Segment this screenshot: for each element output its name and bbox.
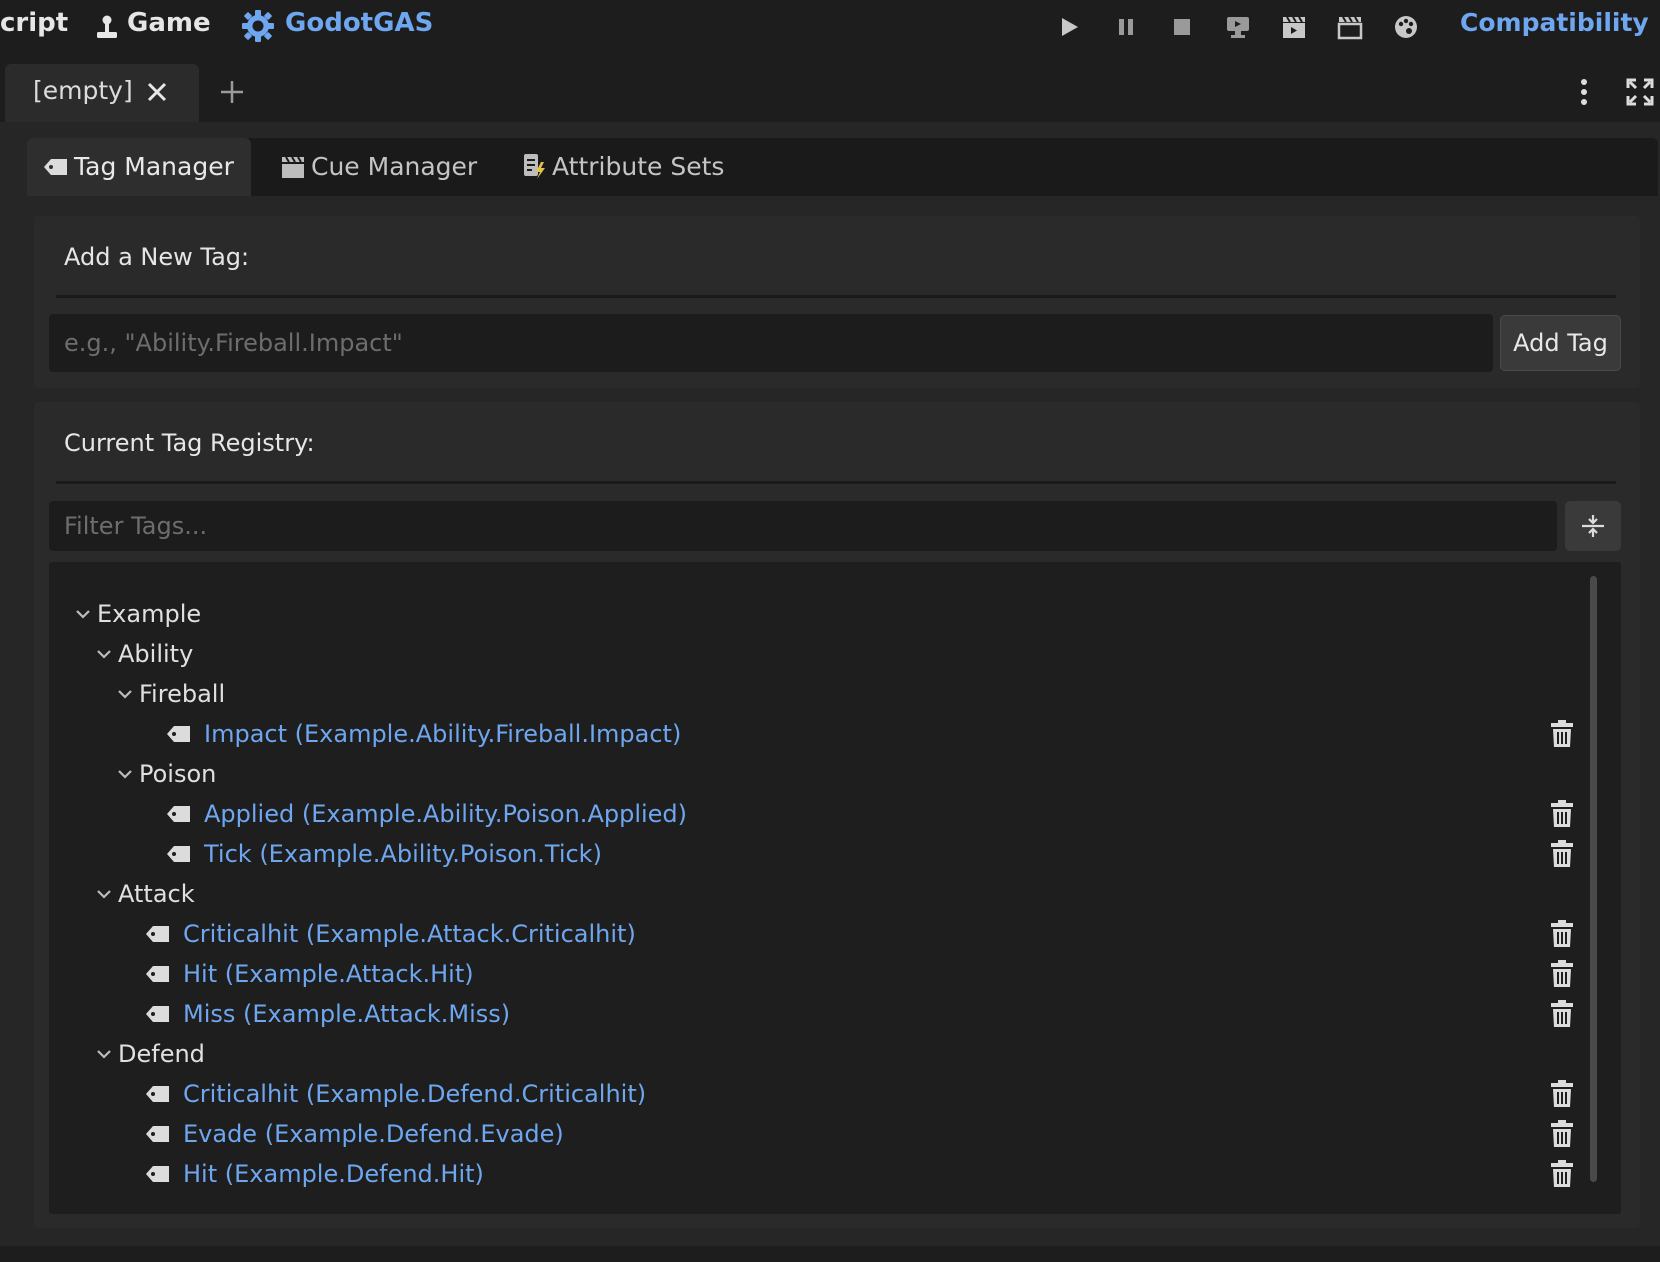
tree-tag-row[interactable]: Miss (Example.Attack.Miss) [145,994,510,1034]
add-tag-button-label: Add Tag [1513,329,1608,357]
renderer-select[interactable]: Compatibility [1460,8,1660,39]
scene-tab-label: [empty] [33,76,133,105]
new-tag-placeholder: e.g., "Ability.Fireball.Impact" [64,329,403,357]
close-icon[interactable] [145,80,169,104]
tree-tag-row[interactable]: Impact (Example.Ability.Fireball.Impact) [166,714,681,754]
tree-group-example[interactable]: Example [73,594,201,634]
tag-icon [166,844,192,864]
tree-tag-label: Criticalhit (Example.Defend.Criticalhit) [183,1080,647,1108]
add-tag-title: Add a New Tag: [64,243,250,271]
tree-scrollbar[interactable] [1590,576,1597,1182]
tree-group-label: Poison [139,760,217,788]
collapse-all-button[interactable] [1565,501,1621,551]
tree-group-label: Example [97,600,202,628]
tree-tag-row[interactable]: Evade (Example.Defend.Evade) [145,1114,564,1154]
trash-icon[interactable] [1548,1079,1576,1109]
dock-tab-bar [27,138,1658,196]
fullscreen-icon[interactable] [1626,78,1654,106]
tree-group-label: Fireball [139,680,226,708]
trash-icon[interactable] [1548,839,1576,869]
tree-tag-label: Tick (Example.Ability.Poison.Tick) [204,840,602,868]
tree-group-label: Ability [118,640,194,668]
tree-tag-row[interactable]: Tick (Example.Ability.Poison.Tick) [166,834,602,874]
plus-icon[interactable] [219,79,245,105]
tree-tag-row[interactable]: Criticalhit (Example.Attack.Criticalhit) [145,914,636,954]
tree-group-label: Attack [118,880,195,908]
tree-group-fireball[interactable]: Fireball [115,674,225,714]
tree-tag-label: Miss (Example.Attack.Miss) [183,1000,511,1028]
trash-icon[interactable] [1548,999,1576,1029]
play-icon[interactable] [1055,13,1083,41]
tree-tag-row[interactable]: Criticalhit (Example.Defend.Criticalhit) [145,1074,646,1114]
tree-tag-row[interactable]: Hit (Example.Attack.Hit) [145,954,474,994]
trash-icon[interactable] [1548,919,1576,949]
filter-tags-input[interactable]: Filter Tags... [49,501,1557,551]
tree-group-ability[interactable]: Ability [94,634,193,674]
tag-icon [43,157,69,177]
tree-tag-label: Criticalhit (Example.Attack.Criticalhit) [183,920,636,948]
trash-icon[interactable] [1548,1159,1576,1189]
tree-tag-label: Impact (Example.Ability.Fireball.Impact) [204,720,682,748]
tree-group-label: Defend [118,1040,205,1068]
tree-tag-label: Hit (Example.Defend.Hit) [183,1160,484,1188]
tree-group-poison[interactable]: Poison [115,754,216,794]
tag-registry-title: Current Tag Registry: [64,429,315,457]
tag-icon [166,724,192,744]
godotgas-plugin-icon [240,8,276,44]
trash-icon[interactable] [1548,719,1576,749]
chevron-down-icon[interactable] [94,1044,114,1064]
tag-icon [145,924,171,944]
trash-icon[interactable] [1548,799,1576,829]
chevron-down-icon[interactable] [94,884,114,904]
tree-tag-label: Applied (Example.Ability.Poison.Applied) [204,800,688,828]
tab-attribute-sets[interactable]: Attribute Sets [552,152,724,181]
tree-tag-row[interactable]: Applied (Example.Ability.Poison.Applied) [166,794,687,834]
tab-tag-manager-label: Tag Manager [74,152,234,181]
clapper-icon[interactable] [1336,13,1364,41]
game-workspace-tab[interactable]: Game [127,8,211,38]
divider [56,481,1616,484]
tree-tag-row[interactable]: Hit (Example.Defend.Hit) [145,1154,484,1194]
godotgas-workspace-tab[interactable]: GodotGAS [285,8,433,38]
remote-debug-icon[interactable] [1224,13,1252,41]
trash-icon[interactable] [1548,1119,1576,1149]
chevron-down-icon[interactable] [115,764,135,784]
bottom-edge [0,1246,1660,1262]
tree-group-attack[interactable]: Attack [94,874,195,914]
tag-icon [145,1004,171,1024]
tree-group-defend[interactable]: Defend [94,1034,205,1074]
chevron-down-icon[interactable] [73,604,93,624]
chevron-down-icon[interactable] [94,644,114,664]
game-icon [94,14,120,40]
tag-icon [145,1084,171,1104]
tab-cue-manager[interactable]: Cue Manager [311,152,477,181]
movie-icon[interactable] [1280,13,1308,41]
divider [56,295,1616,298]
renderer-label: Compatibility [1460,8,1649,37]
filter-tags-placeholder: Filter Tags... [64,512,208,540]
tag-icon [145,1124,171,1144]
scene-tab-bar [0,54,1660,122]
tree-tag-label: Hit (Example.Attack.Hit) [183,960,474,988]
new-tag-input[interactable]: e.g., "Ability.Fireball.Impact" [49,314,1493,372]
collapse-icon [1580,513,1606,543]
pause-icon[interactable] [1112,13,1140,41]
script-workspace-tab[interactable]: cript [0,8,68,38]
stop-icon[interactable] [1168,13,1196,41]
tag-icon [145,1164,171,1184]
chevron-down-icon[interactable] [115,684,135,704]
tree-tag-label: Evade (Example.Defend.Evade) [183,1120,564,1148]
palette-icon[interactable] [1392,13,1420,41]
more-options-icon[interactable] [1574,76,1594,108]
tag-icon [166,804,192,824]
clapper-icon [280,154,306,180]
scroll-icon [521,152,547,180]
tag-icon [145,964,171,984]
trash-icon[interactable] [1548,959,1576,989]
